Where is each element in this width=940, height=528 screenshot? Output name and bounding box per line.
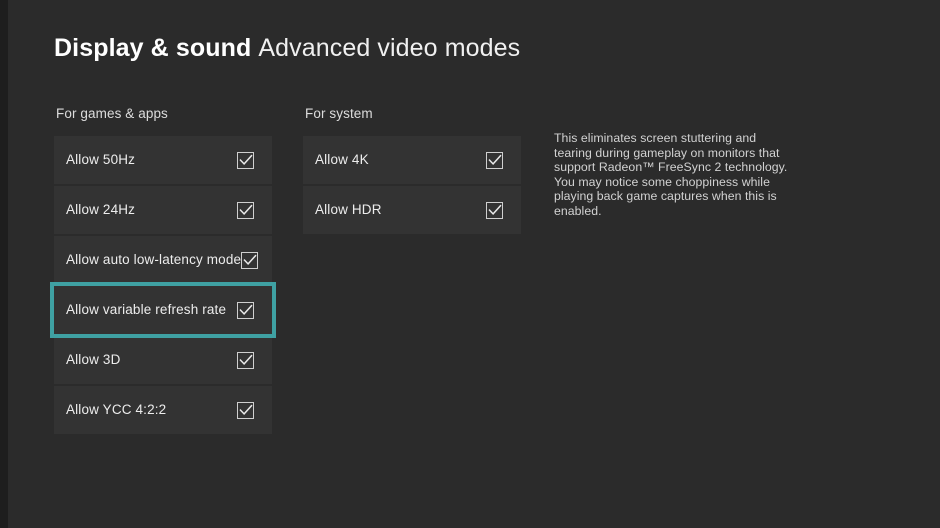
settings-page: Display & sound Advanced video modes For … <box>0 0 940 528</box>
checkbox-allow-4k[interactable] <box>486 151 503 169</box>
setting-label: Allow YCC 4:2:2 <box>66 402 167 417</box>
setting-row-allow-hdr[interactable]: Allow HDR <box>303 186 521 234</box>
setting-label: Allow variable refresh rate <box>66 302 227 317</box>
checkbox-allow-auto-low-latency-mode[interactable] <box>241 251 259 269</box>
column-system: For system Allow 4K Allow HDR <box>303 106 521 234</box>
setting-row-allow-variable-refresh-rate[interactable]: Allow variable refresh rate <box>50 282 276 338</box>
checkbox-allow-hdr[interactable] <box>486 201 503 219</box>
setting-label: Allow 50Hz <box>66 152 136 167</box>
checkbox-allow-50hz[interactable] <box>237 151 254 169</box>
setting-row-allow-50hz[interactable]: Allow 50Hz <box>54 136 272 184</box>
left-edge-strip <box>0 0 8 528</box>
page-title-primary: Display & sound <box>54 34 252 62</box>
page-title-secondary: Advanced video modes <box>258 34 521 62</box>
setting-description: This eliminates screen stuttering and te… <box>554 131 788 218</box>
setting-label: Allow 3D <box>66 352 121 367</box>
column-games-and-apps: For games & apps Allow 50Hz Allow 24Hz A… <box>50 106 276 434</box>
setting-label: Allow HDR <box>315 202 382 217</box>
setting-label: Allow 24Hz <box>66 202 136 217</box>
section-label-games-and-apps: For games & apps <box>56 106 168 121</box>
setting-row-allow-auto-low-latency-mode[interactable]: Allow auto low-latency mode <box>54 236 272 284</box>
checkbox-allow-3d[interactable] <box>237 351 254 369</box>
setting-row-allow-3d[interactable]: Allow 3D <box>54 336 272 384</box>
setting-label: Allow 4K <box>315 152 369 167</box>
settings-list-system: Allow 4K Allow HDR <box>303 136 521 234</box>
checkbox-allow-24hz[interactable] <box>237 201 254 219</box>
section-label-system: For system <box>305 106 373 121</box>
setting-row-allow-24hz[interactable]: Allow 24Hz <box>54 186 272 234</box>
setting-row-allow-ycc-422[interactable]: Allow YCC 4:2:2 <box>54 386 272 434</box>
setting-label: Allow auto low-latency mode <box>66 252 242 267</box>
checkbox-allow-variable-refresh-rate[interactable] <box>237 301 254 319</box>
checkbox-allow-ycc-422[interactable] <box>237 401 254 419</box>
setting-row-allow-4k[interactable]: Allow 4K <box>303 136 521 184</box>
page-title: Display & sound Advanced video modes <box>54 33 520 63</box>
settings-list-games-and-apps: Allow 50Hz Allow 24Hz Allow auto low-lat… <box>50 136 276 434</box>
